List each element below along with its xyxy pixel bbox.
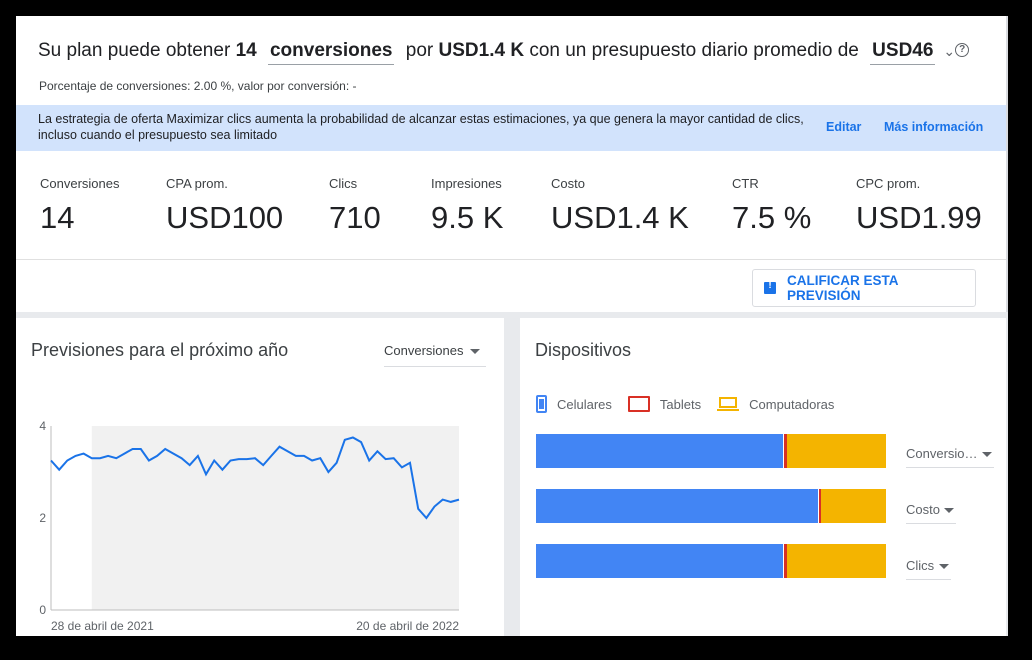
headline-prefix: Su plan puede obtener: [38, 40, 231, 61]
page-frame: Su plan puede obtener 14 conversiones po…: [16, 16, 1008, 636]
bar-segment-laptop[interactable]: [820, 489, 886, 523]
bar-segment-phone[interactable]: [536, 544, 783, 578]
headline-cost: USD1.4 K: [438, 40, 525, 61]
metric-impressions: Impresiones 9.5 K: [431, 176, 504, 235]
metric-conversions: Conversiones 14: [40, 176, 120, 235]
legend-computers[interactable]: Computadoras: [717, 396, 834, 412]
y-tick-label: 0: [39, 603, 46, 617]
conversion-rate-info: Porcentaje de conversiones: 2.00 %, valo…: [39, 79, 357, 93]
bar-metric-select-2[interactable]: Costo: [906, 501, 956, 524]
help-icon[interactable]: ?: [955, 43, 970, 57]
headline: Su plan puede obtener 14 conversiones po…: [38, 40, 970, 65]
summary-card: Su plan puede obtener 14 conversiones po…: [16, 16, 1008, 312]
dropdown-arrow-icon: [944, 508, 954, 513]
metric-cost: Costo USD1.4 K: [551, 176, 689, 235]
headline-suffix: con un presupuesto diario promedio de: [529, 40, 859, 61]
dropdown-arrow-icon: [939, 564, 949, 569]
forecast-shaded-area: [91, 426, 460, 610]
bar-segment-laptop[interactable]: [786, 434, 886, 468]
devices-title: Dispositivos: [535, 340, 632, 360]
bar-segment-phone[interactable]: [536, 489, 818, 523]
divider: [16, 259, 1006, 260]
tablet-icon: [627, 396, 650, 412]
device-bar-clicks: [536, 544, 886, 578]
bar-segment-phone[interactable]: [536, 434, 783, 468]
forecast-chart: 0 2 4 28 de abril de 2021 20 de abril de 2…: [39, 419, 460, 633]
headline-count: 14: [235, 40, 257, 61]
metric-cpa: CPA prom. USD100: [166, 176, 284, 235]
edit-link[interactable]: Editar: [826, 120, 861, 134]
x-start-label: 28 de abril de 2021: [51, 619, 154, 633]
banner-text: La estrategia de oferta Maximizar clics …: [38, 112, 804, 142]
metric-dropdown[interactable]: conversiones: [267, 40, 395, 65]
x-end-label: 20 de abril de 2022: [356, 619, 459, 633]
rate-forecast-button[interactable]: CALIFICAR ESTA PREVISIÓN: [752, 269, 976, 307]
y-tick-label: 4: [39, 419, 46, 433]
chevron-down-icon[interactable]: ⌄: [943, 43, 955, 59]
bar-metric-select-3[interactable]: Clics: [906, 557, 951, 580]
forecast-card: Previsiones para el próximo año Conversi…: [16, 318, 504, 636]
legend-tablets[interactable]: Tablets: [627, 396, 701, 412]
y-tick-label: 2: [39, 511, 46, 525]
legend-phones[interactable]: Celulares: [536, 395, 612, 413]
dropdown-arrow-icon: [982, 452, 992, 457]
bid-strategy-banner: La estrategia de oferta Maximizar clics …: [16, 105, 1006, 151]
feedback-icon: [764, 280, 776, 294]
laptop-icon: [717, 396, 740, 412]
bar-metric-select-1[interactable]: Conversio…: [906, 445, 994, 468]
device-bar-cost: [536, 489, 886, 523]
devices-legend: Celulares Tablets Computadoras: [536, 393, 850, 415]
device-bar-conversions: [536, 434, 886, 468]
metric-clicks: Clics 710: [329, 176, 381, 235]
bar-segment-laptop[interactable]: [786, 544, 886, 578]
headline-mid: por: [405, 40, 434, 61]
phone-icon: [536, 395, 547, 413]
devices-card: Dispositivos Celulares Tablets Computado…: [520, 318, 1006, 636]
more-info-link[interactable]: Más información: [884, 120, 983, 134]
metric-cpc: CPC prom. USD1.99: [856, 176, 982, 235]
metric-ctr: CTR 7.5 %: [732, 176, 812, 235]
budget-dropdown[interactable]: USD46: [870, 40, 936, 65]
